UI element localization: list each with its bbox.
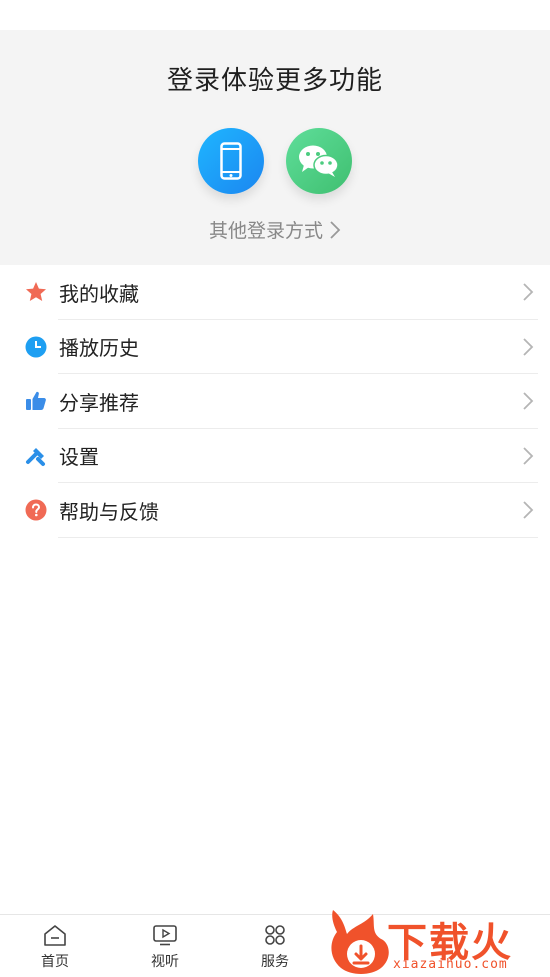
chevron-right-icon: [520, 499, 536, 521]
phone-login-button[interactable]: [198, 128, 264, 194]
menu-list: 我的收藏 播放历史 分享推荐 设置 帮助与反馈: [0, 265, 550, 538]
phone-icon: [220, 142, 242, 180]
menu-label: 帮助与反馈: [59, 499, 159, 524]
help-icon: [24, 498, 48, 522]
menu-label: 设置: [59, 445, 99, 470]
chevron-right-icon: [520, 336, 536, 358]
other-login-label: 其他登录方式: [208, 220, 323, 242]
tab-label: 服务: [261, 954, 289, 970]
top-spacer: [0, 0, 550, 30]
other-login-link[interactable]: 其他登录方式: [0, 216, 550, 243]
login-panel: 登录体验更多功能 其他登录方式: [0, 30, 550, 265]
login-buttons: [0, 128, 550, 194]
menu-item-favorites[interactable]: 我的收藏: [0, 265, 550, 320]
menu-item-share[interactable]: 分享推荐: [0, 374, 550, 429]
thumbs-up-icon: [24, 389, 48, 413]
watermark-domain: xiazaihuo.com: [393, 957, 508, 972]
watermark-logo: 下载火 xiazaihuo.com: [325, 904, 550, 977]
tab-services[interactable]: 服务: [220, 915, 330, 977]
chevron-right-icon: [520, 445, 536, 467]
menu-item-history[interactable]: 播放历史: [0, 320, 550, 375]
star-icon: [24, 280, 48, 304]
chevron-right-icon: [520, 281, 536, 303]
menu-item-settings[interactable]: 设置: [0, 429, 550, 484]
menu-item-help[interactable]: 帮助与反馈: [0, 483, 550, 538]
wechat-login-button[interactable]: [286, 128, 352, 194]
tab-label: 首页: [41, 954, 69, 970]
tab-label: 视听: [151, 954, 179, 970]
menu-label: 分享推荐: [59, 390, 139, 415]
wechat-icon: [299, 145, 339, 177]
video-icon: [153, 925, 177, 946]
home-icon: [44, 925, 66, 946]
clock-icon: [24, 335, 48, 359]
menu-label: 播放历史: [59, 336, 139, 361]
chevron-right-icon: [330, 220, 341, 239]
wrench-icon: [24, 444, 48, 468]
chevron-right-icon: [520, 390, 536, 412]
login-title: 登录体验更多功能: [166, 66, 383, 96]
services-icon: [265, 925, 285, 945]
menu-label: 我的收藏: [59, 281, 139, 306]
tab-video[interactable]: 视听: [110, 915, 220, 977]
flame-logo-icon: [331, 910, 389, 974]
tab-home[interactable]: 首页: [0, 915, 110, 977]
